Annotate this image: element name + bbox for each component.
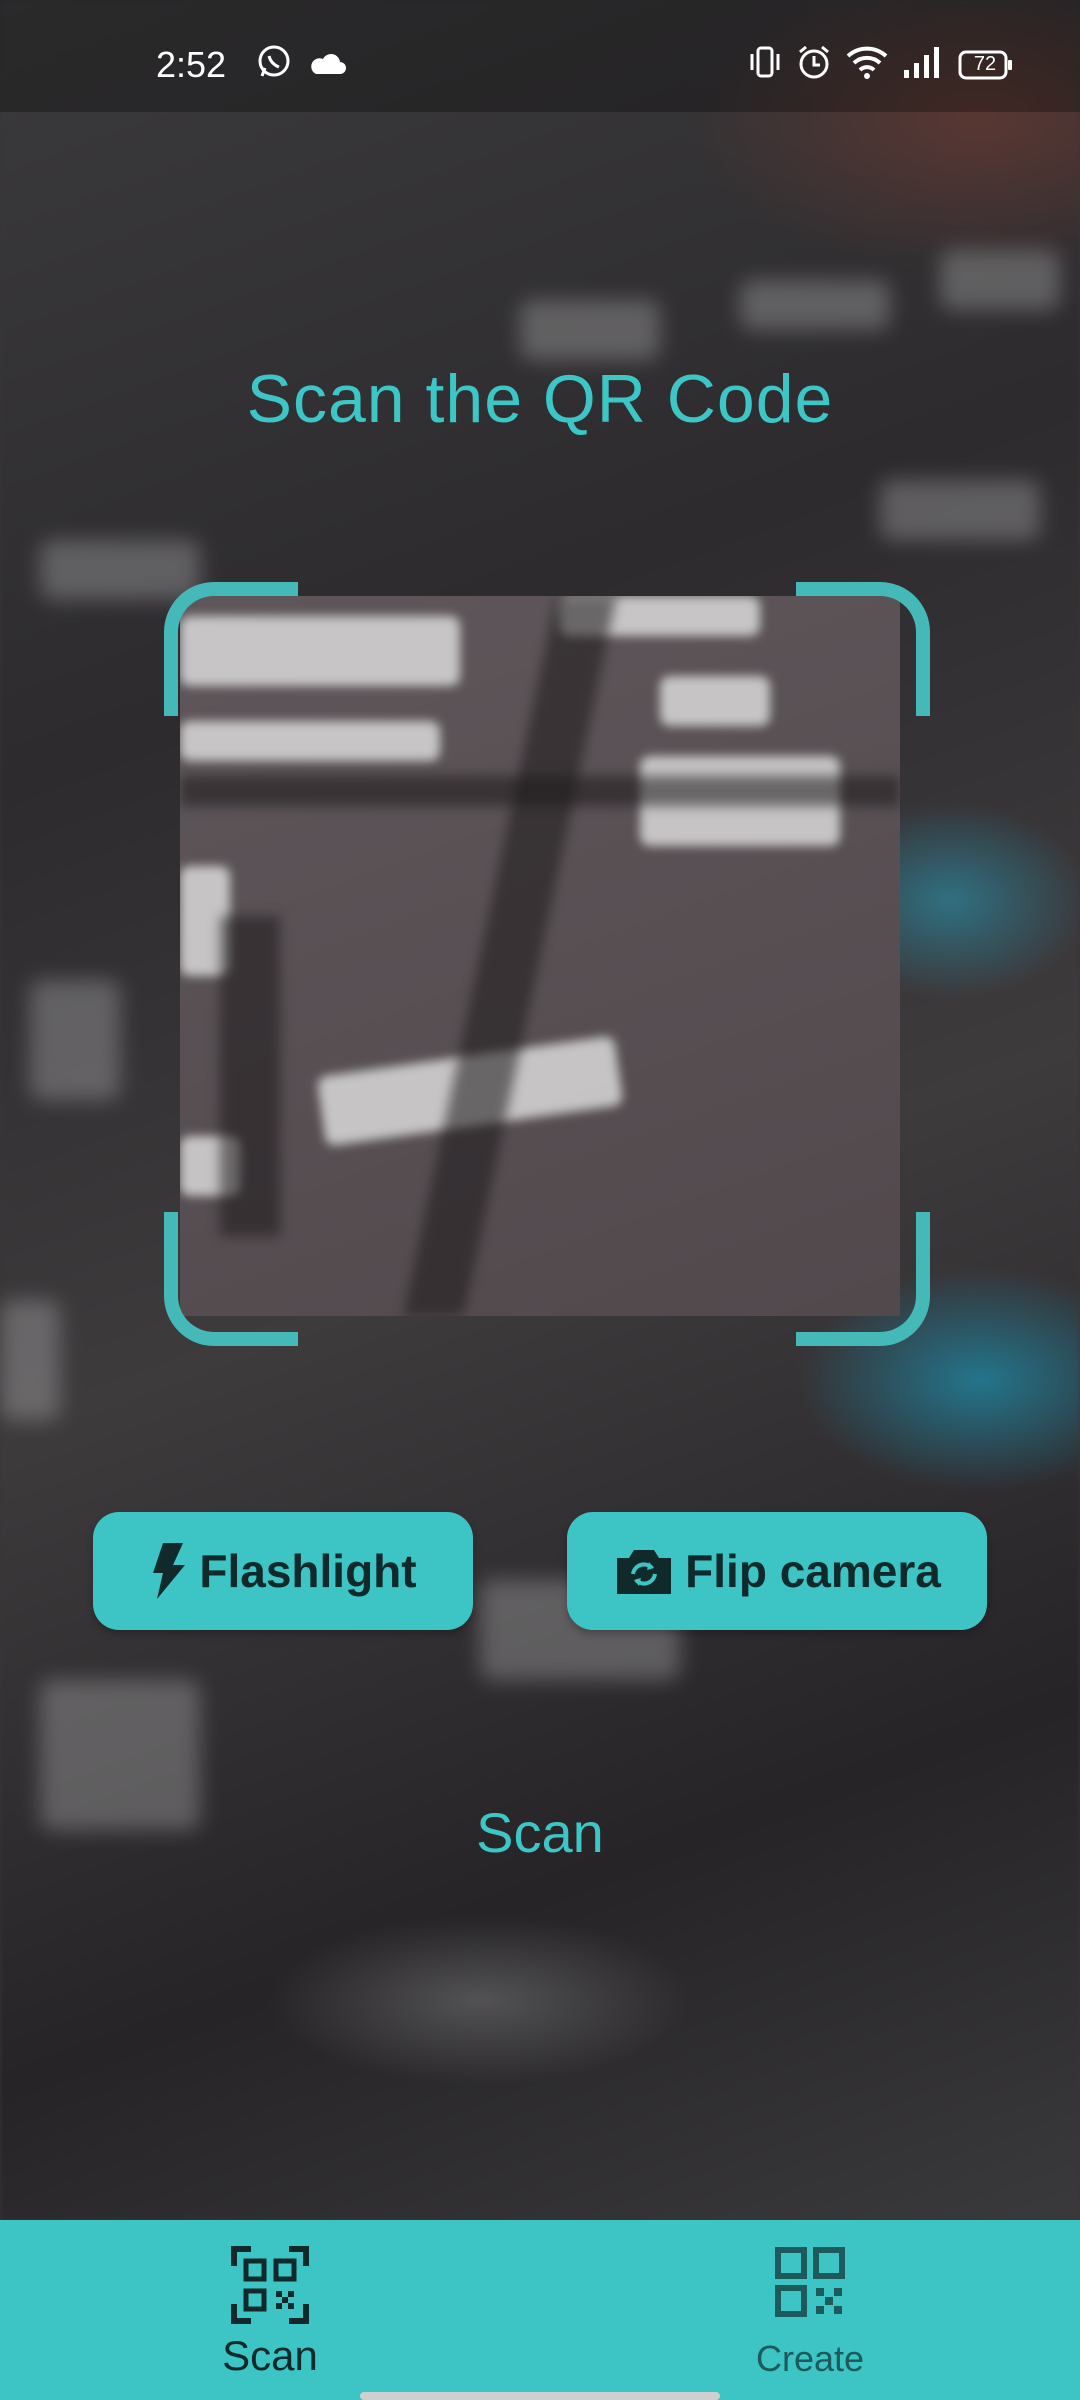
bottom-navigation: Scan Create xyxy=(0,2220,1080,2400)
scan-result-text: Scan xyxy=(476,1801,604,1864)
flip-camera-button-label: Flip camera xyxy=(685,1545,941,1597)
flip-camera-button[interactable]: Flip camera xyxy=(567,1512,987,1630)
frame-corner-bottom-right xyxy=(796,1212,930,1346)
wifi-icon xyxy=(846,44,888,85)
frame-corner-bottom-left xyxy=(164,1212,298,1346)
nav-item-create[interactable]: Create xyxy=(540,2220,1080,2400)
status-bar: 2:52 72 xyxy=(0,0,1080,112)
status-time: 2:52 xyxy=(156,44,227,85)
cloud-icon xyxy=(308,50,346,81)
home-indicator xyxy=(360,2392,720,2400)
flashlight-button-label: Flashlight xyxy=(199,1545,417,1597)
page-title: Scan the QR Code xyxy=(246,361,834,437)
frame-corner-top-right xyxy=(796,582,930,716)
qr-scan-icon xyxy=(231,2246,309,2329)
flip-camera-icon xyxy=(613,1544,675,1598)
flashlight-button[interactable]: Flashlight xyxy=(93,1512,473,1630)
qr-code-icon xyxy=(774,2246,846,2323)
frame-corner-top-left xyxy=(164,582,298,716)
alarm-icon xyxy=(796,44,832,85)
flash-icon xyxy=(149,1541,189,1601)
nav-item-scan-label: Scan xyxy=(222,2332,318,2379)
whatsapp-icon xyxy=(256,44,292,85)
nav-item-scan[interactable]: Scan xyxy=(0,2220,540,2400)
nav-item-create-label: Create xyxy=(755,2338,865,2379)
signal-icon xyxy=(902,44,942,85)
vibrate-icon xyxy=(748,44,782,85)
battery-level: 72 xyxy=(973,53,997,75)
